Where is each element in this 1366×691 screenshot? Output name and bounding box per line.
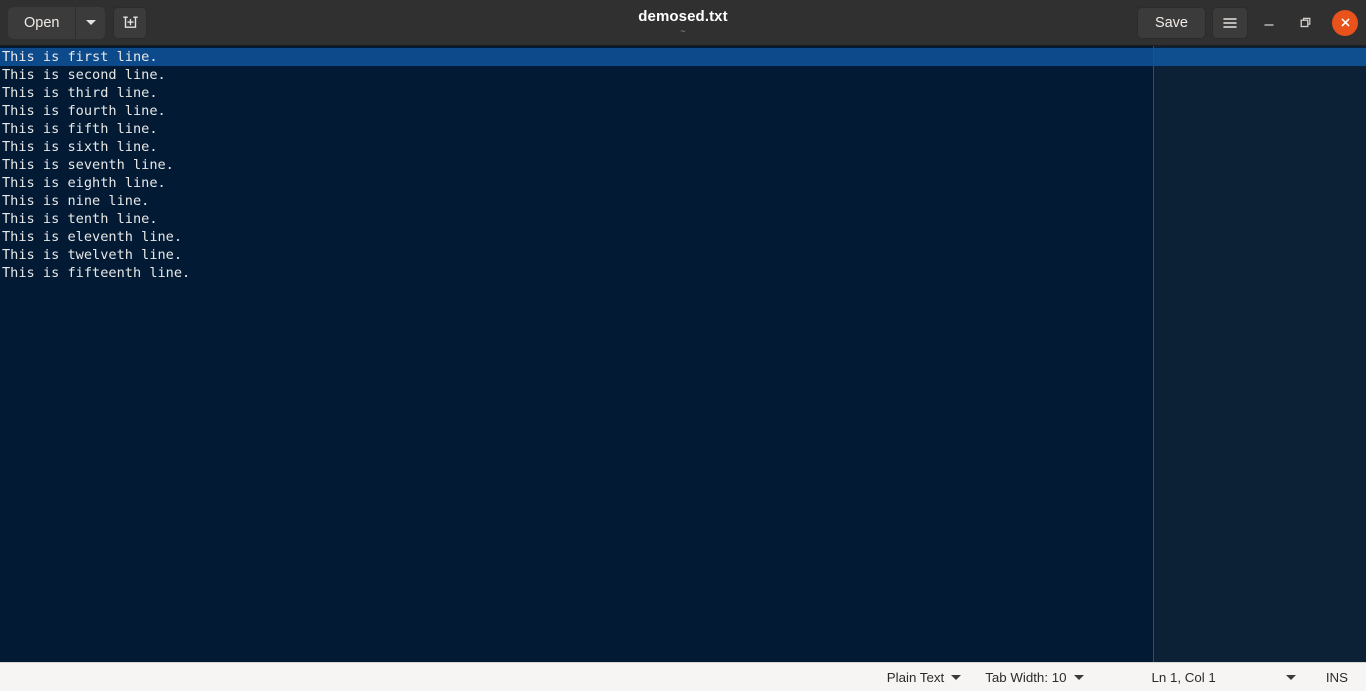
open-split-button[interactable]: Open <box>8 6 106 39</box>
window-title: demosed.txt <box>638 8 728 25</box>
close-button[interactable] <box>1332 9 1358 36</box>
editor-line[interactable]: This is eighth line. <box>0 174 1153 192</box>
editor-line[interactable]: This is sixth line. <box>0 138 1153 156</box>
chevron-down-icon <box>85 20 96 25</box>
hamburger-menu-icon <box>1223 17 1237 28</box>
window-subtitle: ~ <box>680 26 686 36</box>
chevron-down-icon <box>1285 674 1296 680</box>
open-button-label: Open <box>24 14 60 31</box>
header-right-controls: Save <box>1136 0 1358 45</box>
maximize-restore-icon <box>1300 17 1310 28</box>
minimize-button[interactable] <box>1254 8 1284 38</box>
close-icon <box>1341 18 1349 27</box>
editor-line[interactable]: This is fourth line. <box>0 102 1153 120</box>
insert-mode-indicator: INS <box>1325 669 1348 685</box>
text-editor-window: Open demosed.txt ~ Save This is first li… <box>0 0 1366 691</box>
status-bar: Plain Text Tab Width: 10 Ln 1, Col 1 INS <box>0 662 1366 691</box>
save-button-label: Save <box>1154 14 1188 31</box>
save-button[interactable]: Save <box>1136 6 1206 39</box>
editor-line[interactable]: This is first line. <box>0 48 1153 66</box>
header-left-controls: Open <box>8 6 148 39</box>
chevron-down-icon <box>951 674 962 680</box>
editor-right-margin-pane[interactable] <box>1153 46 1366 662</box>
language-selector[interactable]: Plain Text <box>873 663 973 691</box>
text-editor-pane[interactable]: This is first line. This is second line. T… <box>0 46 1153 662</box>
chevron-down-icon <box>1073 674 1084 680</box>
main-menu-button[interactable] <box>1212 6 1248 39</box>
cursor-position-display: Ln 1, Col 1 <box>1142 663 1226 691</box>
open-dropdown-button[interactable] <box>75 6 106 39</box>
header-bar: Open demosed.txt ~ Save <box>0 0 1366 46</box>
minimize-icon <box>1264 23 1274 26</box>
open-button[interactable]: Open <box>8 6 76 39</box>
editor-line[interactable]: This is third line. <box>0 84 1153 102</box>
new-document-button[interactable] <box>113 6 148 39</box>
tab-width-selector[interactable]: Tab Width: 10 <box>973 663 1095 691</box>
tab-width-label: Tab Width: 10 <box>985 669 1067 685</box>
editor-line[interactable]: This is nine line. <box>0 192 1153 210</box>
editor-line[interactable]: This is fifth line. <box>0 120 1153 138</box>
editor-line[interactable]: This is twelveth line. <box>0 246 1153 264</box>
language-label: Plain Text <box>886 669 945 685</box>
editor-line[interactable]: This is fifteenth line. <box>0 264 1153 282</box>
editor-line[interactable]: This is tenth line. <box>0 210 1153 228</box>
editor-line[interactable]: This is eleventh line. <box>0 228 1153 246</box>
editor-line[interactable]: This is seventh line. <box>0 156 1153 174</box>
cursor-position-label: Ln 1, Col 1 <box>1151 669 1216 685</box>
go-to-line-dropdown[interactable] <box>1274 663 1308 691</box>
editor-area: This is first line. This is second line. T… <box>0 46 1366 662</box>
editor-line[interactable]: This is second line. <box>0 66 1153 84</box>
current-line-highlight-extension <box>1154 48 1366 66</box>
maximize-button[interactable] <box>1290 8 1320 38</box>
new-document-icon <box>123 16 138 28</box>
